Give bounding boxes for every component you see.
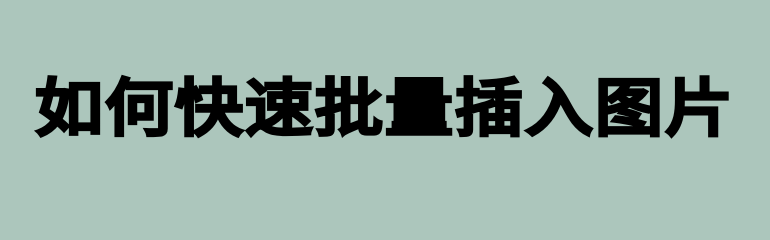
title-banner: 如何快速批量插入图片 (0, 0, 770, 220)
banner-title: 如何快速批量插入图片 (34, 73, 735, 146)
